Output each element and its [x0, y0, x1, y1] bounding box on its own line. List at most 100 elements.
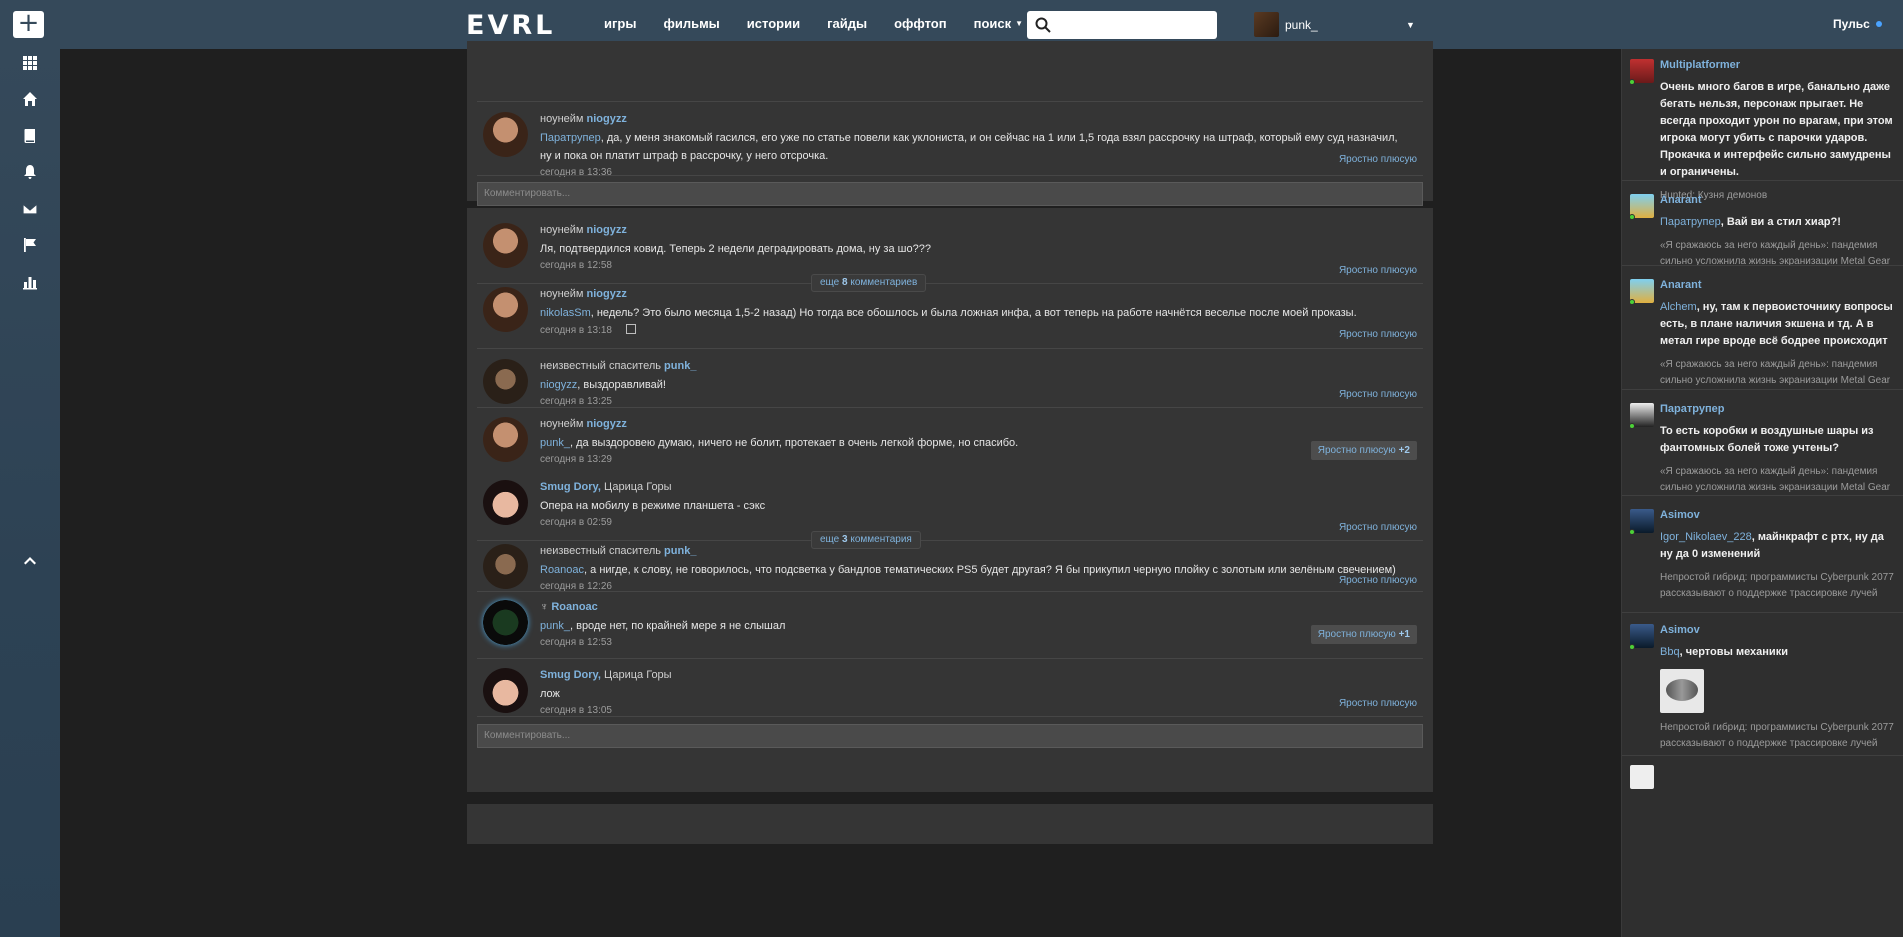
user-link[interactable]: punk_: [664, 545, 696, 557]
like-label: Яростно плюсую: [1317, 445, 1396, 456]
user-link[interactable]: Smug Dory,: [540, 481, 601, 493]
user-link[interactable]: Multiplatformer: [1660, 59, 1894, 73]
nav-offtopic[interactable]: оффтоп: [894, 16, 947, 31]
like-button[interactable]: Яростно плюсую: [1339, 329, 1417, 340]
user-link[interactable]: niogyzz: [587, 224, 627, 236]
user-link[interactable]: Roanoac: [551, 601, 597, 613]
timestamp[interactable]: сегодня в 13:29: [540, 454, 1410, 465]
user-link[interactable]: Anarant: [1660, 279, 1894, 293]
chevron-up-icon[interactable]: [22, 552, 38, 568]
like-button[interactable]: Яростно плюсую +2: [1310, 441, 1417, 460]
timestamp[interactable]: сегодня в 13:25: [540, 396, 1410, 407]
comment-text: лож: [540, 688, 560, 700]
nav-search-label: поиск: [973, 16, 1012, 31]
online-indicator: [1629, 79, 1635, 85]
comment-text: , вроде нет, по крайней мере я не слышал: [569, 620, 786, 632]
timestamp[interactable]: сегодня в 13:05: [540, 705, 1410, 716]
home-icon[interactable]: [22, 91, 38, 107]
avatar[interactable]: [483, 417, 528, 462]
pulse-text: То есть коробки и воздушные шары из фант…: [1660, 425, 1874, 454]
pulse-source-link[interactable]: Непростой гибрид: программисты Cyberpunk…: [1660, 570, 1894, 602]
edit-icon[interactable]: [626, 324, 636, 334]
user-chevron-down-icon[interactable]: ▼: [1406, 20, 1415, 30]
user-link[interactable]: Asimov: [1660, 509, 1894, 523]
nav-guides[interactable]: гайды: [827, 16, 867, 31]
like-button[interactable]: Яростно плюсую: [1339, 522, 1417, 533]
mention-link[interactable]: punk_: [540, 620, 570, 632]
like-count: +1: [1398, 629, 1410, 640]
user-menu[interactable]: punk_: [1254, 12, 1318, 37]
pulse-source-link[interactable]: «Я сражаюсь за него каждый день»: пандем…: [1660, 357, 1894, 389]
nav-search-menu[interactable]: поиск ▼: [974, 16, 1023, 31]
username: punk_: [1285, 17, 1318, 32]
mention-link[interactable]: Паратрупер: [540, 132, 601, 144]
avatar[interactable]: [483, 359, 528, 404]
avatar[interactable]: [1630, 765, 1654, 789]
timestamp[interactable]: сегодня в 12:53: [540, 637, 1410, 648]
flag-icon[interactable]: [22, 237, 38, 253]
comment-text: , выздоравливай!: [577, 379, 666, 391]
stats-icon[interactable]: [22, 274, 38, 290]
user-link[interactable]: niogyzz: [587, 418, 627, 430]
bell-icon[interactable]: [22, 164, 38, 180]
like-button[interactable]: Яростно плюсую: [1339, 389, 1417, 400]
search-input[interactable]: [1027, 11, 1217, 39]
user-link[interactable]: niogyzz: [587, 113, 627, 125]
pulse-toggle[interactable]: Пульс: [1833, 17, 1882, 31]
add-button[interactable]: +: [13, 10, 44, 38]
nav-games[interactable]: игры: [604, 16, 636, 31]
nav-stories[interactable]: истории: [747, 16, 800, 31]
like-button[interactable]: Яростно плюсую: [1339, 265, 1417, 276]
comment-input[interactable]: Комментировать...: [477, 724, 1423, 748]
mention-link[interactable]: Igor_Nikolaev_228: [1660, 531, 1752, 543]
timestamp[interactable]: сегодня в 02:59: [540, 517, 1410, 528]
attached-image[interactable]: [1660, 669, 1704, 713]
user-title: ноунейм: [540, 113, 584, 125]
book-icon[interactable]: [22, 128, 38, 144]
avatar[interactable]: [483, 223, 528, 268]
avatar: [1254, 12, 1279, 37]
site-logo[interactable]: EVRL: [466, 10, 555, 41]
grid-icon[interactable]: [22, 55, 38, 71]
avatar[interactable]: [483, 600, 528, 645]
mention-link[interactable]: nikolasSm: [540, 307, 591, 319]
nav-films[interactable]: фильмы: [663, 16, 719, 31]
avatar[interactable]: [483, 668, 528, 713]
user-link[interactable]: niogyzz: [587, 288, 627, 300]
search-icon: [1035, 17, 1051, 33]
pulse-text: , чертовы механики: [1679, 646, 1788, 658]
comment-thread: ноунейм niogyzz Паратрупер, да, у меня з…: [467, 41, 1433, 206]
pulse-source-link[interactable]: «Я сражаюсь за него каждый день»: пандем…: [1660, 464, 1894, 496]
user-link[interactable]: Паратрупер: [1660, 403, 1894, 417]
like-button[interactable]: Яростно плюсую: [1339, 698, 1417, 709]
user-link[interactable]: Anarant: [1660, 194, 1894, 208]
divider: [1622, 495, 1903, 496]
mention-link[interactable]: Паратрупер: [1660, 216, 1721, 228]
timestamp[interactable]: сегодня в 13:36: [540, 167, 1410, 178]
timestamp[interactable]: сегодня в 13:18: [540, 325, 612, 336]
avatar[interactable]: [483, 480, 528, 525]
avatar[interactable]: [483, 112, 528, 157]
avatar[interactable]: [483, 287, 528, 332]
divider: [1622, 180, 1903, 181]
mention-link[interactable]: Alchem: [1660, 301, 1697, 313]
user-link[interactable]: punk_: [664, 360, 696, 372]
online-indicator: [1629, 423, 1635, 429]
user-title: ноунейм: [540, 418, 584, 430]
timestamp[interactable]: сегодня в 12:58: [540, 260, 1410, 271]
user-link[interactable]: Smug Dory,: [540, 669, 601, 681]
mention-link[interactable]: Roanoac: [540, 564, 584, 576]
mention-link[interactable]: niogyzz: [540, 379, 577, 391]
left-sidebar: [0, 49, 60, 937]
online-indicator: [1629, 529, 1635, 535]
pulse-source-link[interactable]: Непростой гибрид: программисты Cyberpunk…: [1660, 720, 1894, 752]
avatar[interactable]: [483, 544, 528, 589]
like-button[interactable]: Яростно плюсую: [1339, 575, 1417, 586]
mail-icon[interactable]: [22, 201, 38, 217]
mention-link[interactable]: punk_: [540, 437, 570, 449]
mention-link[interactable]: Bbq: [1660, 646, 1680, 658]
like-button[interactable]: Яростно плюсую +1: [1310, 625, 1417, 644]
user-link[interactable]: Asimov: [1660, 624, 1894, 638]
comment-input[interactable]: Комментировать...: [477, 182, 1423, 206]
like-button[interactable]: Яростно плюсую: [1339, 154, 1417, 165]
